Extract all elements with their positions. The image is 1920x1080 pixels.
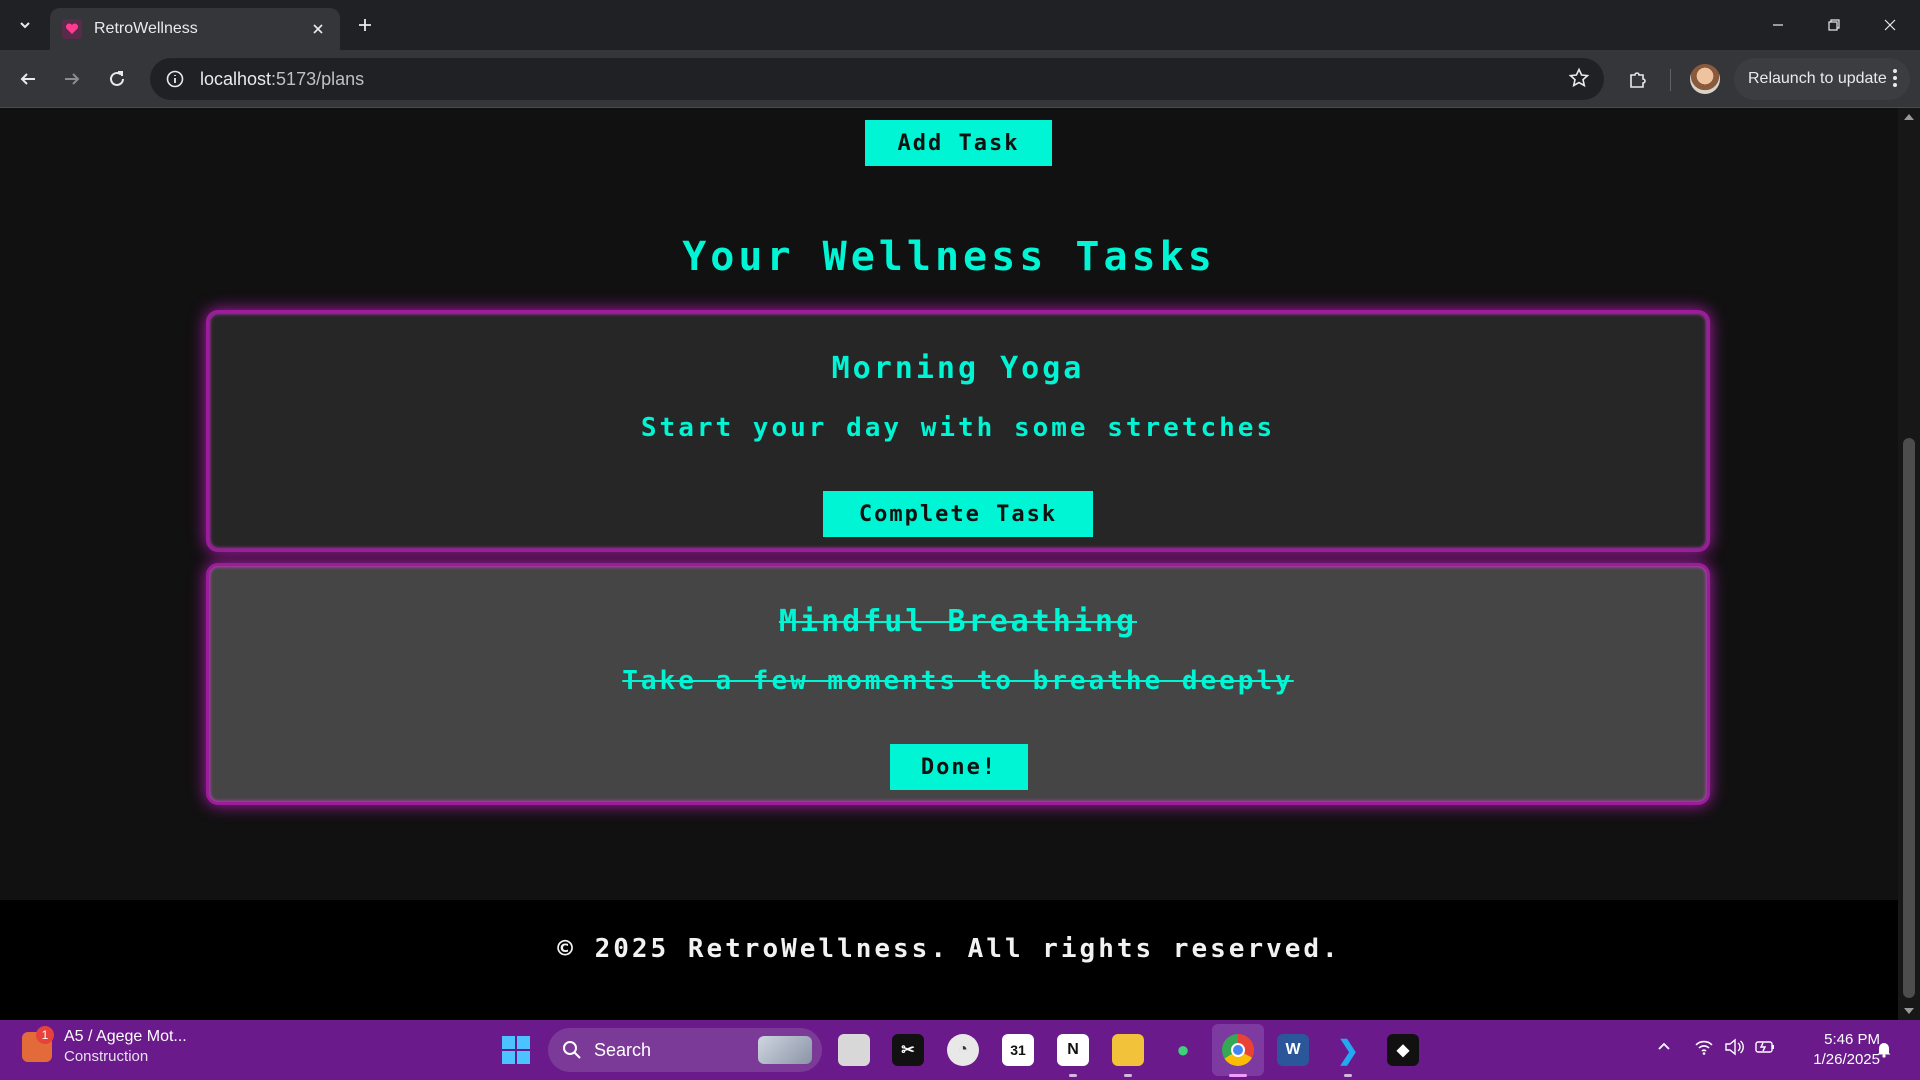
complete-task-button[interactable]: Complete Task — [823, 491, 1093, 537]
back-button[interactable] — [12, 63, 44, 95]
running-indicator — [1124, 1074, 1132, 1077]
url-path: :5173/plans — [271, 68, 365, 89]
active-indicator — [1229, 1074, 1247, 1077]
windows-logo-icon — [517, 1036, 530, 1049]
url-text: localhost:5173/plans — [200, 69, 364, 90]
tab-search-button[interactable] — [12, 12, 38, 38]
chrome-center — [1231, 1043, 1245, 1057]
profile-avatar[interactable] — [1690, 64, 1720, 94]
chrome-icon[interactable] — [1222, 1034, 1254, 1066]
browser-tabbar: RetroWellness — [0, 0, 1920, 50]
extensions-button[interactable] — [1622, 63, 1654, 95]
new-tab-button[interactable] — [352, 12, 378, 38]
toolbar-divider — [1670, 69, 1671, 91]
bookmark-star-icon[interactable] — [1568, 67, 1590, 94]
wifi-icon[interactable] — [1694, 1038, 1714, 1061]
search-icon — [563, 1041, 581, 1059]
close-tab-icon[interactable] — [308, 19, 328, 39]
windows-taskbar: 1 A5 / Agege Mot... Construction Search … — [0, 1020, 1920, 1080]
task-card: Morning Yoga Start your day with some st… — [206, 310, 1710, 552]
search-highlight-image — [758, 1036, 812, 1064]
close-icon — [1884, 19, 1896, 31]
traffic-title: A5 / Agege Mot... — [64, 1028, 187, 1045]
add-task-button[interactable]: Add Task — [865, 120, 1052, 166]
windows-logo-icon — [502, 1036, 515, 1049]
task-description: Take a few moments to breathe deeply — [622, 666, 1294, 696]
chevron-up-icon[interactable] — [1656, 1038, 1672, 1059]
page-viewport: Add Task Your Wellness Tasks Morning Yog… — [0, 108, 1898, 1020]
windows-logo-icon — [517, 1051, 530, 1064]
scroll-up-icon[interactable] — [1904, 114, 1914, 120]
heart-icon — [62, 19, 82, 39]
task-description: Start your day with some stretches — [640, 413, 1276, 443]
tab-title: RetroWellness — [94, 20, 198, 37]
plus-icon — [359, 19, 371, 31]
start-button[interactable] — [502, 1036, 530, 1064]
windows-logo-icon — [502, 1051, 515, 1064]
running-indicator — [1344, 1074, 1352, 1077]
search-label: Search — [594, 1039, 652, 1060]
volume-icon[interactable] — [1724, 1038, 1744, 1061]
arrow-left-icon — [20, 73, 35, 85]
puzzle-icon — [1630, 72, 1646, 88]
minimize-button[interactable] — [1750, 0, 1806, 50]
forward-button[interactable] — [56, 63, 88, 95]
restore-button[interactable] — [1806, 0, 1862, 50]
notification-bell-icon[interactable] — [1876, 1040, 1892, 1063]
reload-icon — [110, 71, 124, 86]
section-title: Your Wellness Tasks — [682, 234, 1216, 280]
scroll-down-icon[interactable] — [1904, 1008, 1914, 1014]
traffic-subtitle: Construction — [64, 1048, 149, 1065]
system-clock[interactable]: 5:46 PM 1/26/2025 — [1790, 1030, 1880, 1070]
task-card-completed: Mindful Breathing Take a few moments to … — [206, 563, 1710, 805]
task-title: Mindful Breathing — [778, 604, 1138, 639]
arrow-right-icon — [65, 73, 80, 85]
capcut-icon[interactable]: ✂ — [892, 1034, 924, 1066]
minimize-icon — [1773, 24, 1783, 26]
notification-badge: 1 — [36, 1025, 54, 1044]
page-footer: © 2025 RetroWellness. All rights reserve… — [0, 900, 1898, 1020]
calendar-icon[interactable]: 31 — [1002, 1034, 1034, 1066]
battery-icon[interactable] — [1754, 1038, 1776, 1061]
vscode-icon[interactable]: ❯ — [1332, 1034, 1364, 1066]
notion-icon[interactable]: N — [1057, 1034, 1089, 1066]
url-host: localhost — [200, 68, 272, 89]
clock-date: 1/26/2025 — [1813, 1051, 1880, 1068]
running-indicator — [1069, 1074, 1077, 1077]
pear-app-icon[interactable]: ● — [1167, 1034, 1199, 1066]
browser-tab[interactable]: RetroWellness — [50, 8, 340, 50]
relaunch-label: Relaunch to update — [1748, 70, 1887, 87]
reload-button[interactable] — [101, 63, 133, 95]
task-view-icon[interactable] — [838, 1034, 870, 1066]
browser-toolbar: localhost:5173/plans Relaunch to update — [0, 50, 1920, 108]
taskbar-search[interactable]: Search — [548, 1028, 822, 1072]
done-button[interactable]: Done! — [890, 744, 1028, 790]
more-options-icon[interactable] — [1892, 67, 1898, 94]
clock-app-icon[interactable]: ◔ — [947, 1034, 979, 1066]
address-bar[interactable]: localhost:5173/plans — [150, 58, 1604, 100]
site-info-icon[interactable] — [164, 68, 186, 90]
word-icon[interactable]: W — [1277, 1034, 1309, 1066]
car-icon: 1 — [22, 1025, 54, 1062]
cursor-app-icon[interactable]: ◆ — [1387, 1034, 1419, 1066]
relaunch-button[interactable]: Relaunch to update — [1734, 58, 1910, 100]
footer-copyright: © 2025 RetroWellness. All rights reserve… — [557, 934, 1341, 964]
file-explorer-icon[interactable] — [1112, 1034, 1144, 1066]
calendar-day: 31 — [1010, 1042, 1026, 1058]
scrollbar-thumb[interactable] — [1903, 438, 1915, 998]
traffic-widget[interactable]: 1 A5 / Agege Mot... Construction — [22, 1025, 187, 1065]
chevron-down-icon — [20, 22, 30, 29]
page-scrollbar[interactable] — [1898, 108, 1920, 1020]
task-title: Morning Yoga — [831, 351, 1085, 386]
clock-time: 5:46 PM — [1824, 1031, 1880, 1048]
restore-icon — [1828, 19, 1840, 31]
close-window-button[interactable] — [1862, 0, 1918, 50]
